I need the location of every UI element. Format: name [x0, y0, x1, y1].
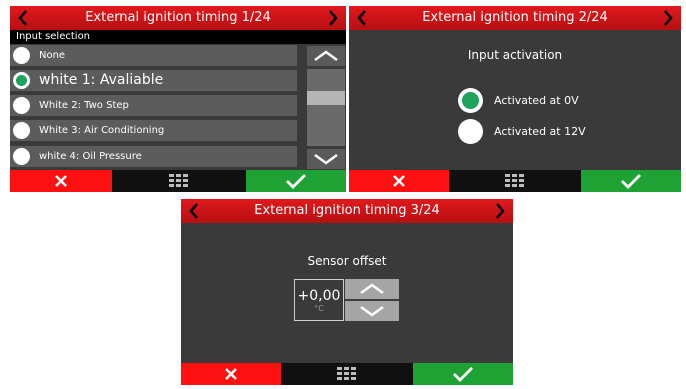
menu-button[interactable]	[112, 170, 246, 192]
scrollbar[interactable]	[304, 44, 346, 171]
increment-button[interactable]	[345, 279, 399, 299]
decrement-button[interactable]	[345, 301, 399, 321]
section-heading: Sensor offset	[307, 254, 387, 268]
option-label: White 3: Air Conditioning	[39, 125, 165, 136]
sensor-offset-screen: External ignition timing 3/24 Sensor off…	[181, 199, 513, 385]
screen-title: External ignition timing 1/24	[85, 10, 271, 25]
chevron-down-icon	[360, 305, 384, 317]
ok-button[interactable]	[581, 170, 681, 192]
radio-button[interactable]	[13, 47, 30, 64]
radio-button[interactable]	[13, 97, 30, 114]
option-label: white 4: Oil Pressure	[39, 151, 142, 162]
scroll-thumb[interactable]	[307, 91, 345, 105]
x-icon	[393, 175, 405, 187]
grid-icon	[169, 174, 188, 187]
cancel-button[interactable]	[349, 170, 449, 192]
chevron-up-icon	[314, 50, 338, 62]
menu-button[interactable]	[281, 363, 413, 385]
offset-value-field[interactable]: +0,00 °C	[294, 279, 344, 321]
chevron-right-icon[interactable]	[325, 10, 341, 26]
option-white-1[interactable]: white 1: Avaliable	[10, 70, 297, 91]
check-icon	[621, 174, 641, 189]
grid-icon	[337, 367, 356, 380]
option-label: White 2: Two Step	[39, 100, 129, 111]
option-label: Activated at 0V	[494, 94, 579, 107]
chevron-down-icon	[314, 153, 338, 165]
footer-bar	[181, 363, 513, 385]
title-bar: External ignition timing 3/24	[181, 199, 513, 223]
screen-title: External ignition timing 2/24	[422, 10, 608, 25]
check-icon	[453, 367, 473, 382]
title-bar: External ignition timing 1/24	[10, 6, 346, 30]
footer-bar	[349, 170, 681, 192]
radio-button-selected[interactable]	[13, 72, 30, 89]
screen-title: External ignition timing 3/24	[254, 203, 440, 218]
offset-unit: °C	[314, 304, 324, 313]
input-selection-screen: External ignition timing 1/24 Input sele…	[10, 6, 346, 192]
option-white-2[interactable]: White 2: Two Step	[10, 95, 297, 116]
chevron-right-icon[interactable]	[660, 10, 676, 26]
chevron-left-icon[interactable]	[186, 203, 202, 219]
cancel-button[interactable]	[181, 363, 281, 385]
radio-button[interactable]	[13, 122, 30, 139]
scroll-up-button[interactable]	[307, 46, 345, 66]
option-white-3[interactable]: White 3: Air Conditioning	[10, 120, 297, 141]
scroll-down-button[interactable]	[307, 149, 345, 169]
x-icon	[225, 368, 237, 380]
radio-button-selected[interactable]	[458, 88, 483, 113]
option-label: None	[39, 50, 66, 61]
chevron-left-icon[interactable]	[15, 10, 31, 26]
radio-button[interactable]	[458, 119, 483, 144]
radio-button[interactable]	[13, 148, 30, 165]
grid-icon	[505, 174, 524, 187]
chevron-up-icon	[360, 283, 384, 295]
section-header: Input selection	[10, 30, 346, 44]
chevron-left-icon[interactable]	[354, 10, 370, 26]
title-bar: External ignition timing 2/24	[349, 6, 681, 30]
option-none[interactable]: None	[10, 45, 297, 66]
ok-button[interactable]	[246, 170, 346, 192]
option-label: white 1: Avaliable	[39, 72, 164, 88]
check-icon	[286, 174, 306, 189]
footer-bar	[10, 170, 346, 192]
option-white-4[interactable]: white 4: Oil Pressure	[10, 146, 297, 167]
section-heading: Input activation	[467, 48, 563, 62]
input-activation-screen: External ignition timing 2/24 Input acti…	[349, 6, 681, 192]
scroll-track[interactable]	[307, 69, 345, 146]
ok-button[interactable]	[413, 363, 513, 385]
menu-button[interactable]	[449, 170, 581, 192]
offset-value: +0,00	[297, 288, 341, 304]
chevron-right-icon[interactable]	[492, 203, 508, 219]
cancel-button[interactable]	[10, 170, 112, 192]
x-icon	[55, 175, 67, 187]
option-label: Activated at 12V	[494, 125, 586, 138]
